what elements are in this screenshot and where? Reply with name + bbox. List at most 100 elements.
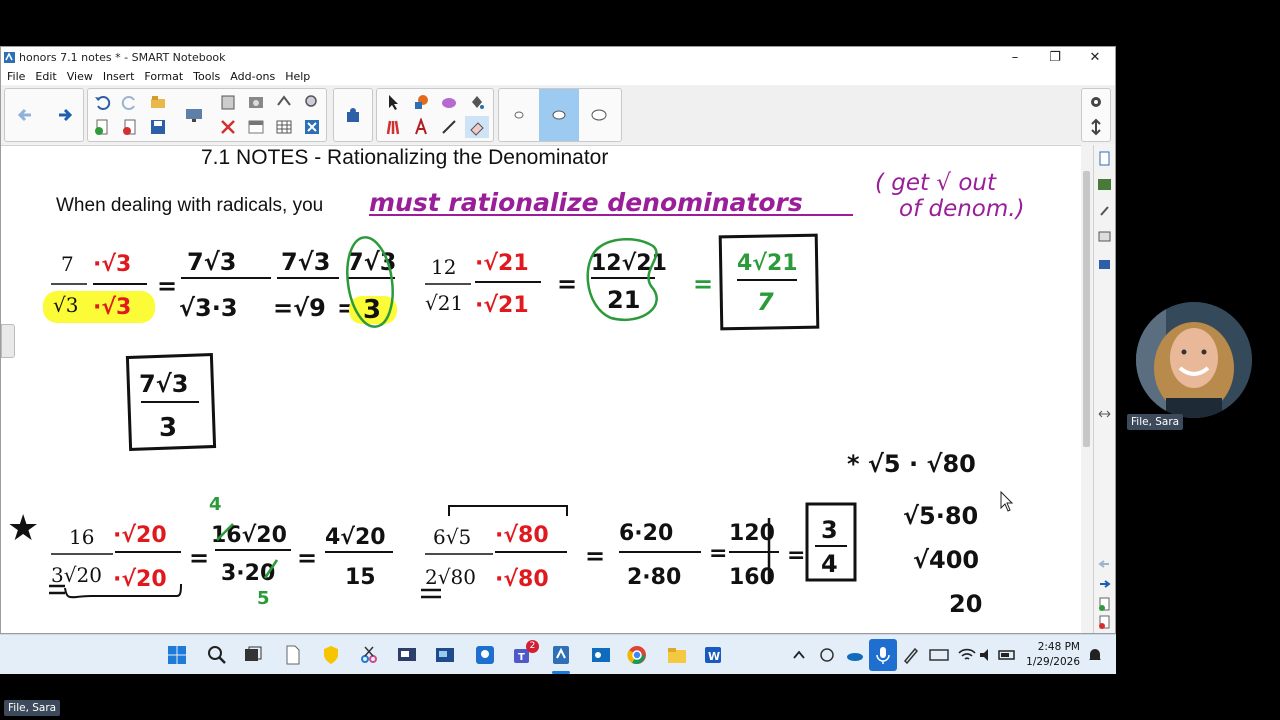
keyboard-icon[interactable] <box>928 644 950 666</box>
smart-board-icon[interactable] <box>396 644 418 666</box>
windows-start-icon[interactable] <box>166 644 188 666</box>
attachments-icon[interactable] <box>1097 203 1112 218</box>
screen-capture-icon[interactable] <box>244 91 268 113</box>
cam-icon[interactable] <box>434 644 456 666</box>
toolbar <box>1 86 1115 144</box>
gallery-icon[interactable] <box>1097 177 1112 192</box>
gear-icon[interactable] <box>1084 91 1108 113</box>
ex1-step2-den: =√9 <box>273 294 326 322</box>
paste-icon[interactable] <box>216 91 240 113</box>
close-button[interactable]: ✕ <box>1075 47 1115 67</box>
outlook-icon[interactable] <box>590 644 612 666</box>
move-toolbar-icon[interactable] <box>1084 116 1108 138</box>
pen-icon[interactable] <box>900 644 922 666</box>
ink-layer: 7.1 NOTES - Rationalizing the Denominato… <box>7 146 1025 618</box>
volume-icon[interactable] <box>976 644 998 666</box>
ex2-numerator: 12 <box>431 255 456 279</box>
menu-view[interactable]: View <box>63 70 97 83</box>
scrollbar-thumb[interactable] <box>1083 171 1090 447</box>
ink-thick-icon[interactable] <box>587 104 611 126</box>
delete-page-icon[interactable] <box>118 116 142 138</box>
ex3-step2-den: 15 <box>345 565 376 590</box>
display-icon[interactable] <box>182 104 206 126</box>
menu-tools[interactable]: Tools <box>189 70 224 83</box>
ex1-step3-den: 3 <box>363 295 381 325</box>
new-page-icon[interactable] <box>90 116 114 138</box>
page-back-icon[interactable] <box>1097 557 1112 572</box>
microphone-icon[interactable] <box>869 639 897 671</box>
menu-help[interactable]: Help <box>281 70 314 83</box>
restore-button[interactable]: ❐ <box>1035 47 1075 67</box>
add-ons-tab-icon[interactable] <box>1097 255 1112 270</box>
menu-bar: File Edit View Insert Format Tools Add-o… <box>1 67 1115 85</box>
forward-icon[interactable] <box>53 104 77 126</box>
menu-add-ons[interactable]: Add-ons <box>226 70 279 83</box>
ex3-numerator: 16 <box>69 525 94 549</box>
active-app-indicator <box>552 671 570 674</box>
search-icon[interactable] <box>206 644 228 666</box>
chevron-up-icon[interactable] <box>788 644 810 666</box>
resize-icon[interactable] <box>1097 407 1112 422</box>
page-sorter-icon[interactable] <box>1097 151 1112 166</box>
participant-name-chip: File, Sara <box>1127 414 1184 430</box>
screen: honors 7.1 notes * - SMART Notebook – ❐ … <box>0 0 1280 720</box>
open-icon[interactable] <box>146 91 170 113</box>
delete-icon[interactable] <box>216 116 240 138</box>
wifi-icon[interactable] <box>956 644 978 666</box>
properties-icon[interactable] <box>1097 229 1112 244</box>
sync-icon[interactable] <box>816 644 838 666</box>
menu-format[interactable]: Format <box>140 70 187 83</box>
chrome-icon[interactable] <box>626 644 648 666</box>
menu-insert[interactable]: Insert <box>99 70 139 83</box>
onedrive-icon[interactable] <box>844 644 866 666</box>
side-work-2: √5·80 <box>903 502 978 530</box>
full-screen-icon[interactable] <box>272 91 296 113</box>
battery-icon[interactable] <box>996 644 1018 666</box>
vertical-scrollbar[interactable] <box>1081 145 1093 633</box>
screen-shade-bar-icon[interactable] <box>244 116 268 138</box>
word-icon[interactable]: W <box>702 644 724 666</box>
ex2-mult-bottom: ·√21 <box>475 293 529 318</box>
tools-group <box>376 88 494 142</box>
back-icon[interactable] <box>13 104 37 126</box>
magic-pen-icon[interactable] <box>437 91 461 113</box>
notifications-icon[interactable] <box>1084 644 1106 666</box>
snipping-tool-icon[interactable] <box>358 644 380 666</box>
app-icon <box>4 51 15 63</box>
clock[interactable]: 2:48 PM 1/29/2026 <box>1026 640 1080 670</box>
minimize-button[interactable]: – <box>995 47 1035 67</box>
ex4-answer-num: 3 <box>821 516 838 544</box>
line-icon[interactable] <box>437 116 461 138</box>
shapes-icon[interactable] <box>409 91 433 113</box>
page-title: 7.1 NOTES - Rationalizing the Denominato… <box>201 146 608 169</box>
ink-medium-icon[interactable] <box>539 89 579 141</box>
text-icon[interactable] <box>409 116 433 138</box>
file-explorer-icon[interactable] <box>666 644 688 666</box>
eraser-icon[interactable] <box>465 116 489 138</box>
fill-icon[interactable] <box>465 91 489 113</box>
ink-thin-icon[interactable] <box>507 104 531 126</box>
undo-icon[interactable] <box>90 91 114 113</box>
screen-shade-icon[interactable] <box>300 91 324 113</box>
close-icon[interactable] <box>300 116 324 138</box>
notebook-canvas[interactable]: 7.1 NOTES - Rationalizing the Denominato… <box>1 145 1081 633</box>
map-icon[interactable] <box>474 644 496 666</box>
file-icon[interactable] <box>282 644 304 666</box>
participant-video[interactable] <box>1136 302 1252 418</box>
menu-edit[interactable]: Edit <box>31 70 60 83</box>
ex2-step1-den: 21 <box>607 286 640 314</box>
window-title: honors 7.1 notes * - SMART Notebook <box>19 50 226 64</box>
pens-icon[interactable] <box>381 116 405 138</box>
select-icon[interactable] <box>381 91 405 113</box>
add-page-icon[interactable] <box>1097 597 1112 612</box>
table-icon[interactable] <box>272 116 296 138</box>
remove-page-icon[interactable] <box>1097 615 1112 630</box>
page-forward-icon[interactable] <box>1097 577 1112 592</box>
norton-icon[interactable] <box>320 644 342 666</box>
notebook-icon[interactable] <box>550 644 572 666</box>
add-ons-icon[interactable] <box>341 104 365 126</box>
menu-file[interactable]: File <box>3 70 29 83</box>
task-view-icon[interactable] <box>242 644 264 666</box>
save-icon[interactable] <box>146 116 170 138</box>
redo-icon[interactable] <box>118 91 142 113</box>
